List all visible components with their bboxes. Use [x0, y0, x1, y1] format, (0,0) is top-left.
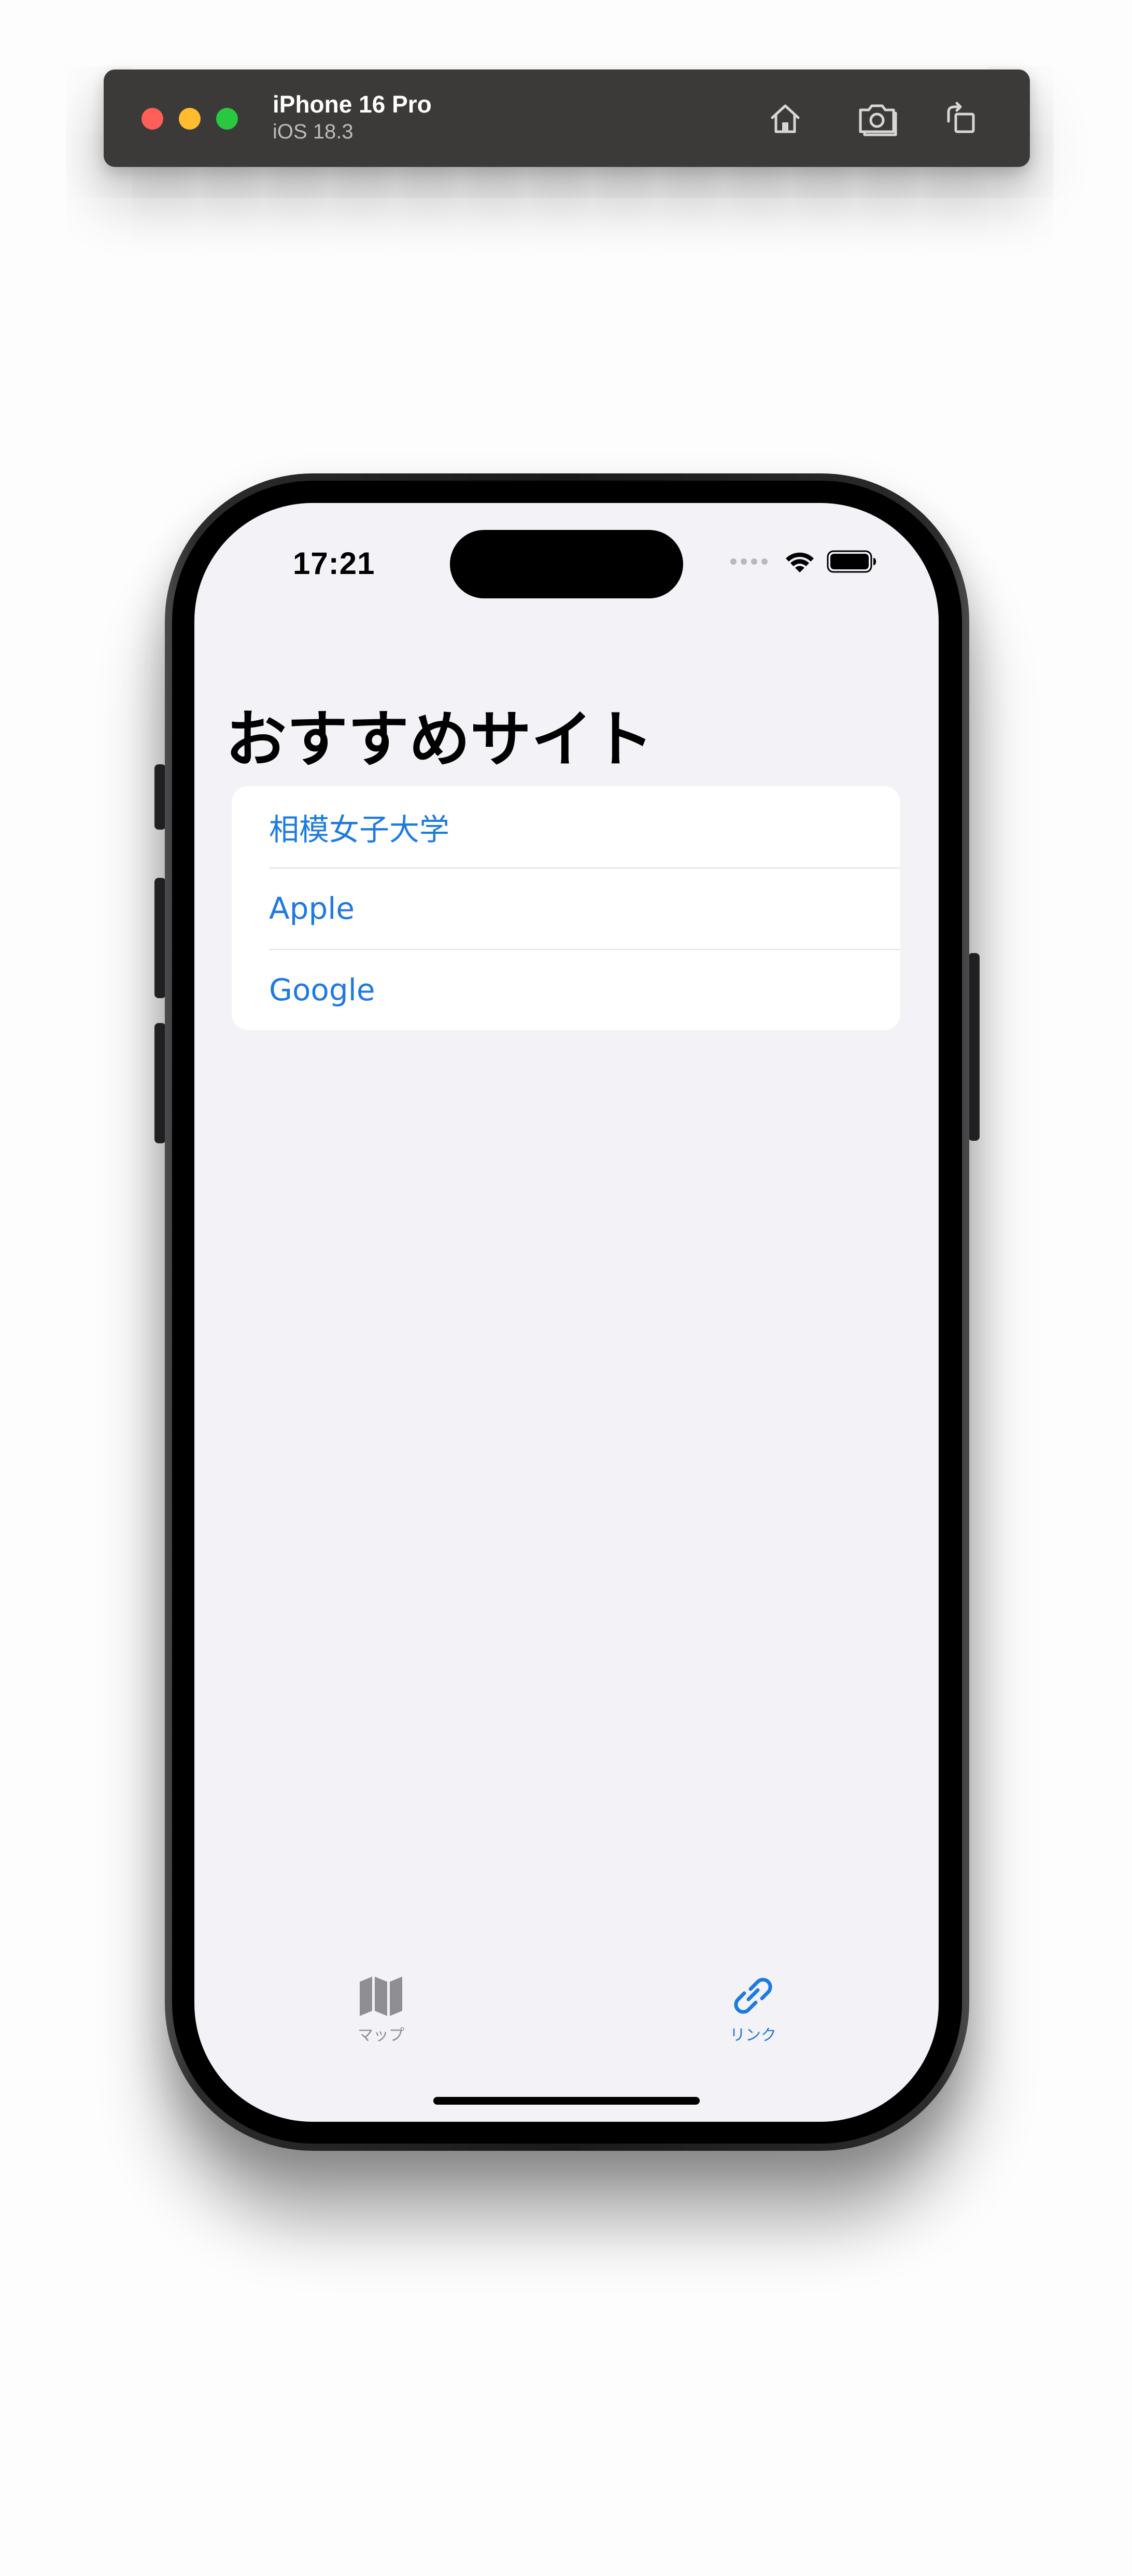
rotate-button[interactable]: [937, 95, 984, 142]
page-title: おすすめサイト: [225, 704, 654, 775]
link-label: Apple: [269, 890, 355, 926]
link-label: 相模女子大学: [269, 811, 450, 847]
volume-up-button: [154, 878, 166, 998]
power-button: [968, 953, 980, 1141]
list-item-apple[interactable]: Apple: [232, 867, 900, 949]
link-icon: [734, 1978, 772, 2014]
dynamic-island: [450, 530, 683, 598]
home-indicator[interactable]: [433, 2097, 700, 2105]
link-label: Google: [269, 972, 375, 1007]
zoom-window-button[interactable]: [216, 108, 238, 130]
close-window-button[interactable]: [142, 108, 163, 130]
simulator-title-bar: iPhone 16 Pro iOS 18.3: [104, 69, 1030, 167]
tab-map-label: マップ: [358, 2026, 404, 2045]
screenshot-icon: [859, 104, 897, 136]
minimize-window-button[interactable]: [179, 108, 201, 130]
rotate-icon: [947, 102, 975, 133]
screenshot-button[interactable]: [855, 95, 901, 142]
home-icon: [771, 104, 800, 133]
status-icons: [730, 550, 876, 573]
tab-link[interactable]: リンク: [701, 1975, 805, 2045]
cellular-icon: [730, 558, 768, 565]
list-item-google[interactable]: Google: [232, 949, 900, 1030]
wifi-icon: [786, 552, 814, 572]
status-time: 17:21: [293, 546, 375, 581]
simulator-os-version: iOS 18.3: [273, 120, 353, 143]
home-button[interactable]: [762, 95, 809, 142]
list-item-sagami-womens-university[interactable]: 相模女子大学: [232, 786, 900, 867]
battery-icon: [827, 550, 876, 573]
action-button: [154, 764, 166, 830]
device-screen: 17:21 おすすめサイト 相模女子大学 Apple Google マップ リン…: [194, 503, 939, 2122]
link-list: 相模女子大学 Apple Google: [232, 786, 900, 1030]
simulator-device-name: iPhone 16 Pro: [273, 91, 432, 118]
tab-link-label: リンク: [730, 2026, 776, 2045]
tab-map[interactable]: マップ: [329, 1975, 433, 2045]
volume-down-button: [154, 1023, 166, 1143]
map-icon: [360, 1977, 402, 2016]
